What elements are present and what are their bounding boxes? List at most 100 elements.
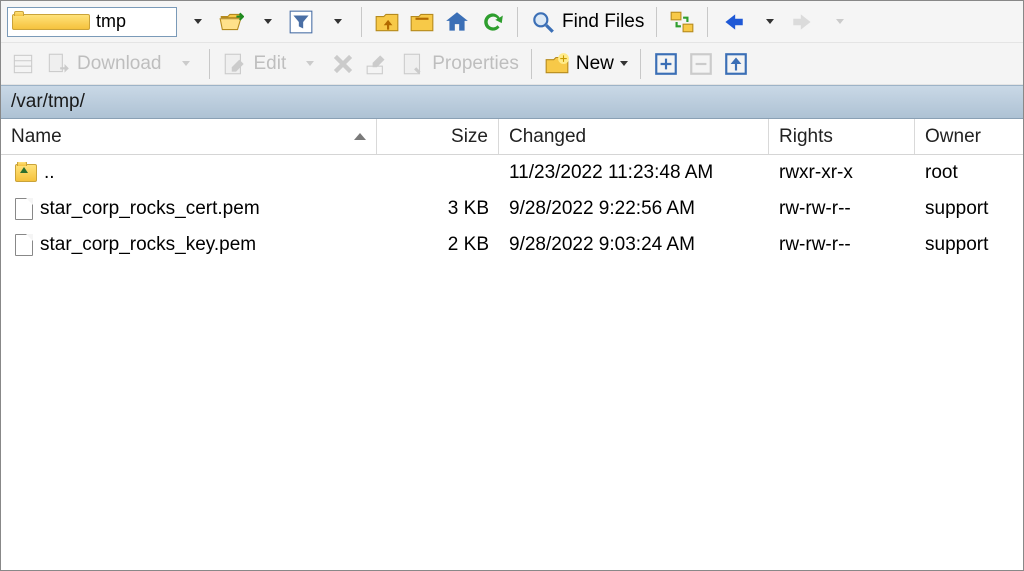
separator	[656, 7, 657, 37]
filter-dropdown[interactable]	[320, 6, 352, 38]
parent-folder-button[interactable]	[371, 6, 403, 38]
back-dropdown[interactable]	[752, 6, 784, 38]
file-size: 2 KB	[377, 234, 499, 256]
delete-button	[327, 48, 359, 80]
column-header-size[interactable]: Size	[377, 119, 499, 154]
select-all-button[interactable]	[720, 48, 752, 80]
file-icon	[15, 234, 33, 256]
download-dropdown	[168, 48, 200, 80]
edit-icon	[222, 51, 248, 77]
arrow-left-icon	[720, 9, 746, 35]
queue-button	[7, 48, 39, 80]
file-rights: rw-rw-r--	[769, 234, 915, 256]
file-changed: 9/28/2022 9:22:56 AM	[499, 198, 769, 220]
column-header-name-label: Name	[11, 126, 62, 148]
separator	[707, 7, 708, 37]
filter-button[interactable]	[285, 6, 317, 38]
file-owner: support	[915, 234, 1023, 256]
delete-icon	[330, 51, 356, 77]
file-row[interactable]: star_corp_rocks_key.pem 2 KB9/28/2022 9:0…	[1, 227, 1023, 263]
parent-folder-icon	[374, 9, 400, 35]
folder-icon	[12, 14, 90, 30]
properties-icon	[400, 51, 426, 77]
arrow-right-icon	[790, 9, 816, 35]
file-row[interactable]: star_corp_rocks_cert.pem 3 KB9/28/2022 9:…	[1, 191, 1023, 227]
home-button[interactable]	[441, 6, 473, 38]
sort-asc-icon	[354, 133, 366, 140]
refresh-icon	[479, 9, 505, 35]
file-name: star_corp_rocks_cert.pem	[40, 198, 260, 220]
file-owner: root	[915, 162, 1023, 184]
open-folder-dropdown[interactable]	[250, 6, 282, 38]
select-all-icon	[723, 51, 749, 77]
file-icon	[15, 198, 33, 220]
file-changed: 9/28/2022 9:03:24 AM	[499, 234, 769, 256]
edit-label: Edit	[254, 53, 287, 75]
refresh-button[interactable]	[476, 6, 508, 38]
sync-browse-icon	[669, 9, 695, 35]
back-button[interactable]	[717, 6, 749, 38]
separator	[531, 49, 532, 79]
search-icon	[530, 9, 556, 35]
column-header-size-label: Size	[451, 126, 488, 148]
address-label: tmp	[96, 11, 172, 32]
column-header-changed[interactable]: Changed	[499, 119, 769, 154]
edit-button: Edit	[219, 48, 290, 80]
address-box[interactable]: tmp	[7, 7, 177, 37]
separator	[517, 7, 518, 37]
plus-box-icon	[653, 51, 679, 77]
new-button[interactable]: New	[541, 48, 631, 80]
sync-browse-button[interactable]	[666, 6, 698, 38]
file-changed: 11/23/2022 11:23:48 AM	[499, 162, 769, 184]
collapse-button	[685, 48, 717, 80]
open-folder-button[interactable]	[215, 6, 247, 38]
file-size: 3 KB	[377, 198, 499, 220]
separator	[209, 49, 210, 79]
file-manager-window: tmp	[0, 0, 1024, 571]
columns-header: Name Size Changed Rights Owner	[1, 119, 1023, 155]
file-pane: Name Size Changed Rights Owner .. 11/23/2…	[1, 119, 1023, 570]
address-dropdown-button[interactable]	[180, 6, 212, 38]
download-icon	[45, 51, 71, 77]
column-header-rights[interactable]: Rights	[769, 119, 915, 154]
filter-icon	[288, 9, 314, 35]
queue-icon	[10, 51, 36, 77]
open-folder-icon	[218, 9, 244, 35]
file-list: .. 11/23/2022 11:23:48 AMrwxr-xr-xroot sta…	[1, 155, 1023, 263]
properties-label: Properties	[432, 53, 519, 75]
expand-button[interactable]	[650, 48, 682, 80]
path-bar[interactable]: /var/tmp/	[1, 85, 1023, 119]
toolbar-bottom: Download Edit Properties	[1, 43, 1023, 85]
file-row[interactable]: .. 11/23/2022 11:23:48 AMrwxr-xr-xroot	[1, 155, 1023, 191]
forward-button	[787, 6, 819, 38]
file-owner: support	[915, 198, 1023, 220]
file-name: ..	[44, 162, 55, 184]
minus-box-icon	[688, 51, 714, 77]
column-header-rights-label: Rights	[779, 126, 833, 148]
root-folder-button[interactable]	[406, 6, 438, 38]
file-name: star_corp_rocks_key.pem	[40, 234, 256, 256]
file-rights: rwxr-xr-x	[769, 162, 915, 184]
edit-dropdown	[292, 48, 324, 80]
root-folder-icon	[409, 9, 435, 35]
new-label: New	[576, 53, 614, 75]
forward-dropdown	[822, 6, 854, 38]
properties-button: Properties	[397, 48, 522, 80]
separator	[361, 7, 362, 37]
parent-folder-icon	[15, 164, 37, 182]
home-icon	[444, 9, 470, 35]
download-label: Download	[77, 53, 162, 75]
toolbar-top: tmp	[1, 1, 1023, 43]
file-rights: rw-rw-r--	[769, 198, 915, 220]
column-header-owner[interactable]: Owner	[915, 119, 1023, 154]
new-folder-icon	[544, 51, 570, 77]
rename-button	[362, 48, 394, 80]
find-files-button[interactable]: Find Files	[527, 6, 647, 38]
column-header-name[interactable]: Name	[1, 119, 377, 154]
path-text: /var/tmp/	[11, 91, 85, 113]
download-button: Download	[42, 48, 165, 80]
separator	[640, 49, 641, 79]
column-header-owner-label: Owner	[925, 126, 981, 148]
column-header-changed-label: Changed	[509, 126, 586, 148]
find-files-label: Find Files	[562, 11, 644, 33]
